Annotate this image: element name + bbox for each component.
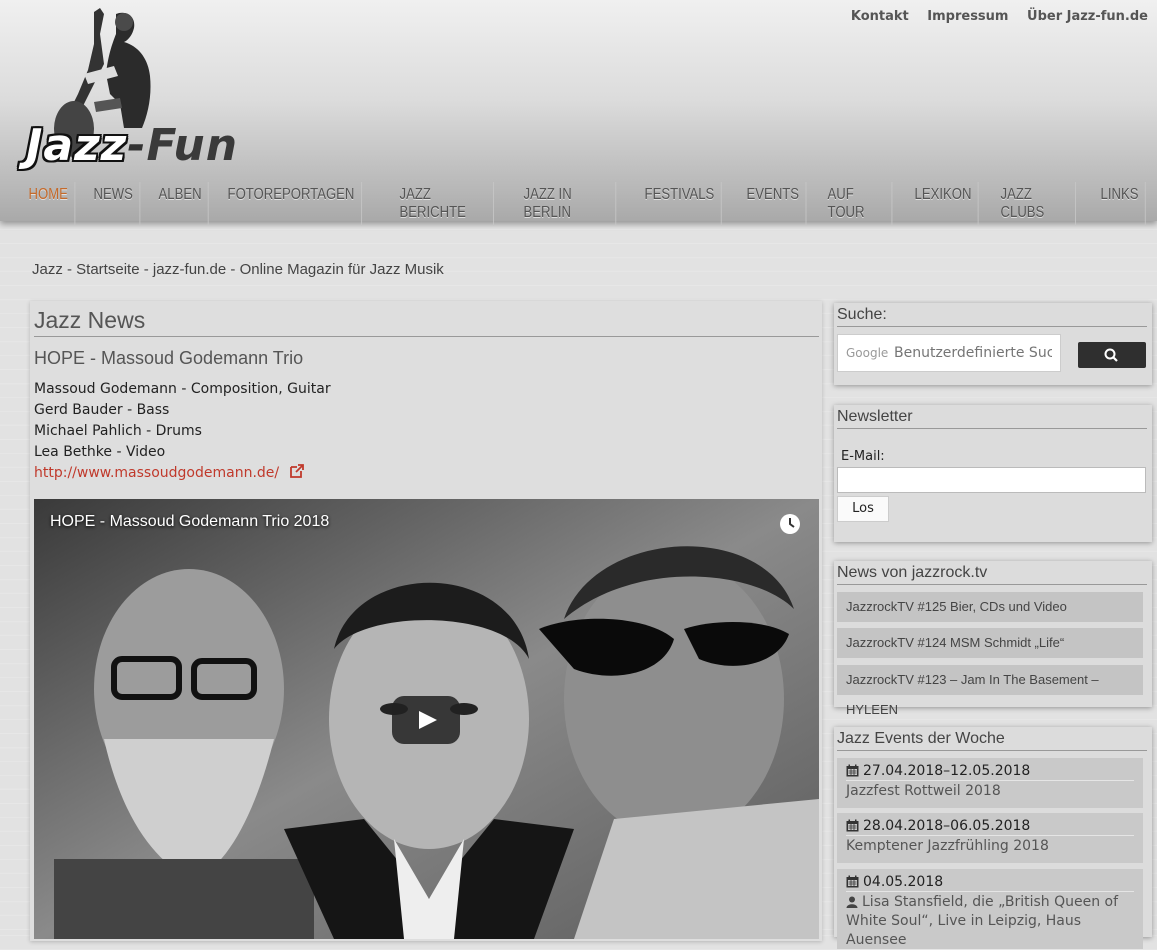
article-title[interactable]: HOPE - Massoud Godemann Trio [34,348,303,369]
event-title[interactable]: Jazzfest Rottweil 2018 [846,781,1134,801]
site-header: Kontakt Impressum Über Jazz-fun.de Jazz-… [0,0,1157,226]
calendar-icon [846,819,859,832]
main-content: Jazz News HOPE - Massoud Godemann Trio M… [30,301,822,941]
event-title: Lisa Stansfield, die „British Queen of W… [846,894,1119,948]
nav-item-jazz-clubs[interactable]: JAZZ CLUBS [994,182,1076,226]
nav-item-festivals[interactable]: FESTIVALS [638,182,722,226]
kontakt-link[interactable]: Kontakt [851,9,909,24]
events-heading: Jazz Events der Woche [837,730,1147,751]
nav-item-home[interactable]: HOME [22,182,76,226]
nav-item-lexikon[interactable]: LEXIKON [908,182,979,226]
page-title: Jazz News [34,307,146,333]
play-icon[interactable] [392,696,460,744]
search-widget: Suche: Google [834,303,1152,385]
event-item[interactable]: 28.04.2018–06.05.2018 Kemptener Jazzfrüh… [837,813,1143,863]
nav-item-auf-tour[interactable]: AUF TOUR [821,182,893,226]
impressum-link[interactable]: Impressum [927,9,1008,24]
credit-line: Gerd Bauder - Bass [34,402,170,418]
events-widget: Jazz Events der Woche 27.04.2018–12.05.2… [834,727,1152,949]
event-title[interactable]: Kemptener Jazzfrühling 2018 [846,836,1134,856]
calendar-icon [846,764,859,777]
video-player[interactable]: HOPE - Massoud Godemann Trio 2018 [34,499,819,939]
google-label: Google [846,346,889,360]
newsletter-submit-button[interactable]: Los [837,496,889,522]
email-label: E-Mail: [841,449,885,464]
watch-later-icon[interactable] [779,513,801,535]
newsletter-heading: Newsletter [837,408,1147,429]
jazzrock-news-item[interactable]: JazzrockTV #123 – Jam In The Basement – … [837,665,1143,717]
event-title-row[interactable]: Lisa Stansfield, die „British Queen of W… [846,892,1134,950]
user-icon [846,896,858,908]
about-link[interactable]: Über Jazz-fun.de [1027,9,1148,24]
jazzrock-news-item[interactable]: JazzrockTV #125 Bier, CDs und Video [837,592,1143,622]
main-nav: HOME NEWS ALBEN FOTOREPORTAGEN JAZZ BERI… [22,182,1157,226]
event-date: 27.04.2018–12.05.2018 [863,763,1031,779]
credit-line: Lea Bethke - Video [34,444,166,460]
nav-item-alben[interactable]: ALBEN [152,182,209,226]
credit-line: Massoud Godemann - Composition, Guitar [34,381,331,397]
event-item[interactable]: 27.04.2018–12.05.2018 Jazzfest Rottweil … [837,758,1143,808]
nav-item-news[interactable]: NEWS [87,182,141,226]
search-heading: Suche: [837,306,1147,327]
artist-website-link[interactable]: http://www.massoudgodemann.de/ [34,465,279,481]
search-button[interactable] [1078,342,1146,368]
divider [34,336,819,337]
nav-item-fotoreportagen[interactable]: FOTOREPORTAGEN [221,182,363,226]
jazzrock-news-item[interactable]: JazzrockTV #124 MSM Schmidt „Life“ [837,628,1143,658]
breadcrumb: Jazz - Startseite - jazz-fun.de - Online… [32,261,444,278]
nav-item-links[interactable]: LINKS [1094,182,1146,226]
event-date: 28.04.2018–06.05.2018 [863,818,1031,834]
top-links: Kontakt Impressum Über Jazz-fun.de [837,9,1148,24]
newsletter-widget: Newsletter E-Mail: Los [834,405,1152,542]
calendar-icon [846,875,859,888]
search-icon [1104,348,1118,362]
event-date: 04.05.2018 [863,874,944,890]
logo-text[interactable]: Jazz-Fun [26,120,238,171]
jazzrock-heading: News von jazzrock.tv [837,564,1147,585]
article-credits: Massoud Godemann - Composition, Guitar G… [34,379,331,484]
credit-line: Michael Pahlich - Drums [34,423,202,439]
event-item[interactable]: 04.05.2018 Lisa Stansfield, die „British… [837,869,1143,949]
external-link-icon [289,464,304,478]
jazzrock-news-widget: News von jazzrock.tv JazzrockTV #125 Bie… [834,561,1152,717]
email-field[interactable] [837,467,1146,493]
video-title[interactable]: HOPE - Massoud Godemann Trio 2018 [50,513,329,531]
nav-item-jazz-in-berlin[interactable]: JAZZ IN BERLIN [517,182,616,226]
nav-item-jazz-berichte[interactable]: JAZZ BERICHTE [393,182,495,226]
nav-item-events[interactable]: EVENTS [740,182,807,226]
